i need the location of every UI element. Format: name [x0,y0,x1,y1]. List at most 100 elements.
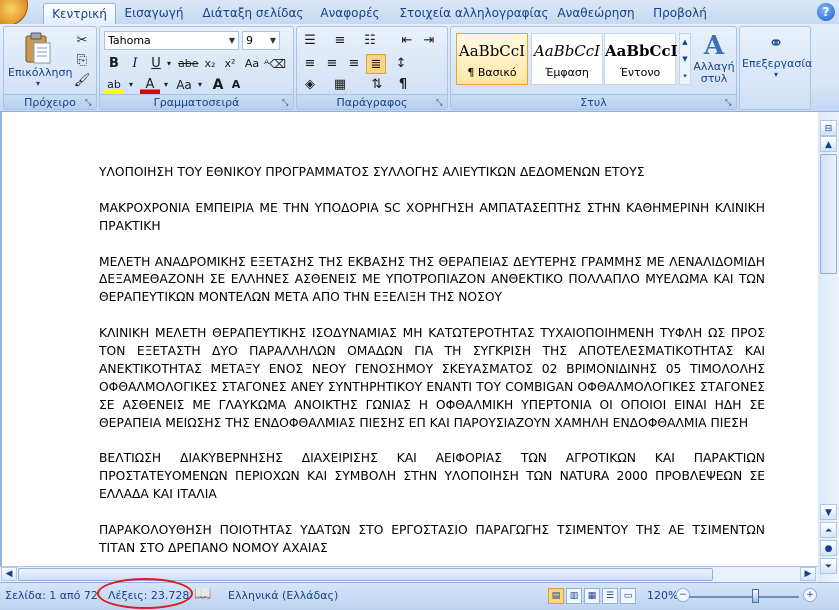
status-bar: Σελίδα: 1 από 72 Λέξεις: 23.728 📖 Ελληνι… [0,578,839,610]
next-page-icon[interactable]: ⏷ [820,558,837,574]
document-paragraph[interactable]: ΚΛΙΝΙΚΗ ΜΕΛΕΤΗ ΘΕΡΑΠΕΥΤΙΚΗΣ ΙΣΟΔΥΝΑΜΙΑΣ … [99,325,765,432]
tab-mailings[interactable]: Στοιχεία αλληλογραφίας [396,3,552,24]
tab-insert[interactable]: Εισαγωγή [120,3,188,24]
chevron-down-icon[interactable]: ▾ [195,75,205,95]
document-area[interactable]: ΥΛΟΠΟΙΗΣΗ ΤΟΥ ΕΘΝΙΚΟΥ ΠΡΟΓΡΑΜΜΑΤΟΣ ΣΥΛΛΟ… [0,112,818,582]
language[interactable]: Ελληνικά (Ελλάδας) [228,589,338,602]
tab-view[interactable]: Προβολή [648,3,712,24]
chevron-down-icon[interactable]: ▾ [742,70,810,79]
document-paragraph[interactable]: ΠΑΡΑΚΟΛΟΥΘΗΣΗ ΠΟΙΟΤΗΤΑΣ ΥΔΑΤΩΝ ΣΤΟ ΕΡΓΟΣ… [99,522,765,558]
vertical-scroll-thumb[interactable] [820,154,837,274]
zoom-out-icon[interactable]: − [676,588,690,602]
borders-icon[interactable]: ▦ [330,75,350,95]
help-icon[interactable]: ? [817,3,835,21]
paste-dropdown-arrow[interactable]: ▾ [8,79,68,88]
zoom-slider-track[interactable] [689,596,799,598]
clear-formatting-icon[interactable]: ᴬ⌫ [264,54,286,74]
web-layout-icon[interactable]: ▦ [584,588,600,604]
print-layout-icon[interactable]: ▤ [548,588,564,604]
full-screen-reading-icon[interactable]: ▥ [566,588,582,604]
subscript-icon[interactable]: x₂ [200,54,220,74]
style-emphasis[interactable]: AaBbCcI Έμφαση [531,33,603,85]
ruler-toggle-icon[interactable]: ⊟ [820,120,837,136]
style-normal[interactable]: AaBbCcI ¶ Βασικό [456,33,528,85]
font-color-icon[interactable]: A [140,75,160,95]
font-group: Tahoma ▼ 9 ▼ B I U ▾ abe x₂ x² Aa ᴬ⌫ ab … [99,26,294,110]
select-browse-object-icon[interactable]: ● [820,540,837,556]
styles-launcher-icon[interactable]: ⤡ [725,98,734,107]
align-right-icon[interactable]: ≡ [344,54,364,74]
proofing-icon[interactable]: 📖 [194,586,211,602]
outline-icon[interactable]: ☰ [602,588,618,604]
paste-button[interactable]: Επικόλληση ▾ [8,31,72,89]
justify-icon[interactable]: ≣ [366,54,386,74]
tab-review[interactable]: Αναθεώρηση [554,3,638,24]
change-styles-button[interactable]: A Αλλαγή στυλ [693,31,735,91]
font-launcher-icon[interactable]: ⤡ [282,98,291,107]
scroll-right-icon[interactable]: ▶ [800,567,816,581]
office-button[interactable] [0,0,28,26]
highlight-icon[interactable]: ab [104,75,124,95]
ribbon: Επικόλληση ▾ ✂ ⎘ 🖌 Πρόχειρο ⤡ Tahoma ▼ 9… [0,24,839,112]
binoculars-icon: ⚭ [768,33,784,54]
chevron-down-icon[interactable]: ▾ [126,75,136,95]
superscript-icon[interactable]: x² [220,54,240,74]
editing-button[interactable]: ⚭ Επεξεργασία ▾ [742,31,812,91]
paragraph-launcher-icon[interactable]: ⤡ [436,98,445,107]
zoom-slider-thumb[interactable] [752,589,759,603]
increase-indent-icon[interactable]: ⇥ [419,31,439,51]
tab-home[interactable]: Κεντρική [43,3,116,24]
scroll-down-icon[interactable]: ▼ [820,504,837,520]
draft-icon[interactable]: ▭ [620,588,636,604]
style-name: Έντονο [619,66,661,79]
numbering-icon[interactable]: ≡ [330,31,350,51]
format-painter-icon[interactable]: 🖌 [72,71,92,91]
decrease-indent-icon[interactable]: ⇤ [397,31,417,51]
zoom-level[interactable]: 120% [647,589,678,602]
tab-references[interactable]: Αναφορές [314,3,386,24]
bold-icon[interactable]: B [104,54,124,74]
paragraph-group: ☰ ≡ ☷ ⇤ ⇥ ≡ ≡ ≡ ≣ ↕ ◈ ▦ ⇅ ¶ Παράγραφος ⤡ [296,26,448,110]
font-name-value: Tahoma [108,34,151,47]
document-paragraph[interactable]: ΒΕΛΤΙΩΣΗ ΔΙΑΚΥΒΕΡΝΗΣΗΣ ΔΙΑΧΕΙΡΙΣΗΣ ΚΑΙ Α… [99,450,765,504]
chevron-down-icon[interactable]: ▾ [164,54,174,74]
document-paragraph[interactable]: ΜΕΛΕΤΗ ΑΝΑΔΡΟΜΙΚΗΣ ΕΞΕΤΑΣΗΣ ΤΗΣ ΕΚΒΑΣΗΣ … [99,254,765,308]
scroll-up-icon[interactable]: ▲ [820,136,837,152]
shading-icon[interactable]: ◈ [300,75,320,95]
shrink-font-icon[interactable]: A [226,75,246,95]
align-center-icon[interactable]: ≡ [322,54,342,74]
show-marks-icon[interactable]: ¶ [393,75,413,95]
italic-icon[interactable]: I [125,54,145,74]
style-strong[interactable]: AaBbCcI Έντονο [604,33,678,85]
scroll-left-icon[interactable]: ◀ [1,567,17,581]
chevron-down-icon[interactable]: ▼ [267,32,279,49]
chevron-down-icon[interactable]: ▼ [226,32,238,49]
multilevel-list-icon[interactable]: ☷ [360,31,380,51]
line-spacing-icon[interactable]: ↕ [391,54,411,74]
sort-icon[interactable]: ⇅ [367,75,387,95]
font-name-combo[interactable]: Tahoma ▼ [104,31,239,50]
font-size-combo[interactable]: 9 ▼ [242,31,280,50]
zoom-in-icon[interactable]: + [803,588,817,602]
bullets-icon[interactable]: ☰ [300,31,320,51]
document-paragraph[interactable]: ΥΛΟΠΟΙΗΣΗ ΤΟΥ ΕΘΝΙΚΟΥ ΠΡΟΓΡΑΜΜΑΤΟΣ ΣΥΛΛΟ… [99,164,765,182]
cut-icon[interactable]: ✂ [72,31,92,51]
strikethrough-icon[interactable]: abe [178,54,199,74]
font-size-grow-icon[interactable]: Aa [174,75,194,95]
grow-font-icon[interactable]: A [208,75,228,95]
document-paragraph[interactable]: ΜΑΚΡΟΧΡΟΝΙΑ ΕΜΠΕΙΡΙΑ ΜΕ ΤΗΝ ΥΠΟΔΟΡΙΑ SC … [99,200,765,236]
style-name: Έμφαση [545,66,589,79]
styles-gallery-scroll[interactable]: ▲ ▼ ▾ [679,33,691,85]
previous-page-icon[interactable]: ⏶ [820,522,837,538]
paragraph-group-label: Παράγραφος [297,94,447,109]
clipboard-launcher-icon[interactable]: ⤡ [85,98,94,107]
tab-page-layout[interactable]: Διάταξη σελίδας [198,3,308,24]
copy-icon[interactable]: ⎘ [72,51,92,71]
underline-icon[interactable]: U [146,54,166,74]
document-page[interactable]: ΥΛΟΠΟΙΗΣΗ ΤΟΥ ΕΘΝΙΚΟΥ ΠΡΟΓΡΑΜΜΑΤΟΣ ΣΥΛΛΟ… [99,164,765,576]
change-case-icon[interactable]: Aa [242,54,262,74]
vertical-scrollbar[interactable]: ⊟ ▲ ▼ ⏶ ● ⏷ [818,112,839,582]
chevron-down-icon[interactable]: ▾ [161,75,171,95]
page-count[interactable]: Σελίδα: 1 από 72 [5,589,98,602]
align-left-icon[interactable]: ≡ [300,54,320,74]
